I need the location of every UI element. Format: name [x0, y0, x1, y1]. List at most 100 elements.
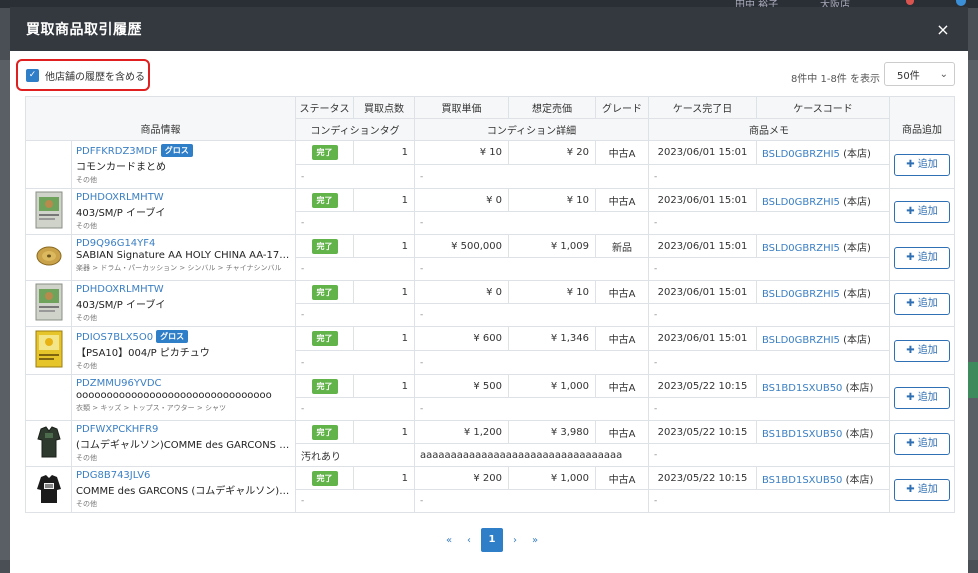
header-grade: グレード [595, 96, 649, 119]
add-cell: ✚ 追加 [889, 188, 955, 235]
product-info: PDIOS7BLX5O0 グロス 【PSA10】004/P ピカチュウ その他 [71, 326, 296, 375]
history-table: 商品情報 ステータス 買取点数 買取単価 想定売価 グレード ケース完了日 ケー… [25, 96, 955, 513]
qty-cell: 1 [353, 374, 415, 398]
case-code-cell: BS1BD1SXUB50 (本店) [756, 374, 890, 398]
product-name: COMME des GARCONS (コムデギャルソン)CDG... [76, 486, 291, 497]
product-name: 403/SM/P イーブイ [76, 208, 166, 219]
condition-tag-cell: - [295, 350, 415, 375]
add-cell: ✚ 追加 [889, 140, 955, 189]
product-code-link[interactable]: PDZMMU96YVDC [76, 378, 162, 389]
header-condition-tag: コンディションタグ [295, 118, 415, 141]
product-name: 【PSA10】004/P ピカチュウ [76, 348, 210, 359]
product-code-link[interactable]: PDHDOXRLMHTW [76, 284, 164, 295]
product-memo-cell: - [648, 350, 890, 375]
add-item-label: 追加 [917, 297, 938, 309]
expected-price-cell: ¥ 1,000 [508, 466, 596, 490]
checkbox-checked-icon[interactable]: ✓ [26, 68, 39, 82]
product-category: 衣類 > キッズ > トップス・アウター > シャツ [76, 404, 226, 412]
product-info: PD9Q96G14YF4 SABIAN Signature AA HOLY CHI… [71, 234, 296, 281]
condition-detail-cell: - [414, 489, 649, 513]
header-add-item: 商品追加 [889, 96, 955, 141]
status-badge: 完了 [311, 424, 338, 440]
expected-price-cell: ¥ 1,346 [508, 326, 596, 351]
product-code-link[interactable]: PDFFKRDZ3MDF [76, 146, 158, 157]
grade-cell: 中古A [595, 466, 649, 490]
page-prev[interactable]: ‹ [459, 535, 479, 546]
product-thumbnail [25, 420, 72, 467]
add-item-button[interactable]: ✚ 追加 [894, 339, 950, 362]
product-memo-cell: - [648, 211, 890, 235]
store-name: (本店) [843, 335, 871, 346]
toolbar: ✓ 他店舗の履歴を含める 8件中 1-8件 を表示 50件 ⌄ [10, 51, 968, 95]
expected-price-cell: ¥ 1,000 [508, 374, 596, 398]
product-info: PDZMMU96YVDC oooooooooooooooooooooooooooo… [71, 374, 296, 421]
status-cell: 完了 [295, 420, 354, 444]
add-item-button[interactable]: ✚ 追加 [894, 478, 950, 501]
product-memo-cell: - [648, 257, 890, 281]
qty-cell: 1 [353, 326, 415, 351]
page-last[interactable]: » [525, 535, 545, 546]
add-item-button[interactable]: ✚ 追加 [894, 153, 950, 176]
case-code-link[interactable]: BS1BD1SXUB50 [762, 429, 842, 440]
page-first[interactable]: « [439, 535, 459, 546]
add-item-label: 追加 [917, 344, 938, 356]
case-done-cell: 2023/05/22 10:15 [648, 374, 757, 398]
add-item-button[interactable]: ✚ 追加 [894, 200, 950, 223]
add-item-button[interactable]: ✚ 追加 [894, 386, 950, 409]
status-badge: 完了 [311, 192, 338, 208]
product-name: (コムデギャルソン)COMME des GARCONS レディ... [76, 440, 291, 451]
product-name: コモンカードまとめ [76, 162, 166, 173]
case-code-link[interactable]: BSLD0GBRZHI5 [762, 243, 840, 254]
add-item-button[interactable]: ✚ 追加 [894, 246, 950, 269]
product-memo-cell: - [648, 443, 890, 467]
per-page-select[interactable]: 50件 ⌄ [884, 62, 955, 86]
plus-icon: ✚ [906, 344, 918, 356]
plus-icon: ✚ [906, 158, 918, 170]
product-code-link[interactable]: PD9Q96G14YF4 [76, 238, 155, 249]
product-code-link[interactable]: PDFWXPCKHFR9 [76, 424, 158, 435]
status-cell: 完了 [295, 374, 354, 398]
case-code-link[interactable]: BS1BD1SXUB50 [762, 475, 842, 486]
case-code-link[interactable]: BSLD0GBRZHI5 [762, 335, 840, 346]
status-badge: 完了 [311, 331, 338, 346]
product-memo-cell: - [648, 397, 890, 421]
qty-cell: 1 [353, 234, 415, 258]
expected-price-cell: ¥ 20 [508, 140, 596, 165]
gross-badge: グロス [156, 330, 189, 343]
add-item-button[interactable]: ✚ 追加 [894, 292, 950, 315]
case-code-link[interactable]: BSLD0GBRZHI5 [762, 197, 840, 208]
add-item-label: 追加 [917, 483, 938, 495]
expected-price-cell: ¥ 1,009 [508, 234, 596, 258]
add-cell: ✚ 追加 [889, 374, 955, 421]
include-other-stores-toggle[interactable]: ✓ 他店舗の履歴を含める [16, 59, 150, 91]
add-item-button[interactable]: ✚ 追加 [894, 432, 950, 455]
page-current[interactable]: 1 [481, 528, 503, 552]
status-cell: 完了 [295, 466, 354, 490]
close-icon[interactable]: × [934, 20, 952, 39]
condition-detail-cell: - [414, 397, 649, 421]
case-code-link[interactable]: BS1BD1SXUB50 [762, 383, 842, 394]
status-badge: 完了 [311, 470, 338, 486]
product-code-link[interactable]: PDHDOXRLMHTW [76, 192, 164, 203]
condition-tag-cell: - [295, 257, 415, 281]
history-modal: 買取商品取引履歴 × ✓ 他店舗の履歴を含める 8件中 1-8件 を表示 50件… [10, 7, 968, 573]
background-green-button [968, 362, 978, 398]
grade-cell: 中古A [595, 140, 649, 165]
product-code-link[interactable]: PDIOS7BLX5O0 [76, 332, 153, 343]
unit-price-cell: ¥ 0 [414, 280, 509, 304]
case-code-cell: BSLD0GBRZHI5 (本店) [756, 326, 890, 351]
case-code-link[interactable]: BSLD0GBRZHI5 [762, 289, 840, 300]
product-code-link[interactable]: PDG8B743JLV6 [76, 470, 150, 481]
product-name: oooooooooooooooooooooooooooooooo [76, 390, 272, 401]
case-done-cell: 2023/06/01 15:01 [648, 234, 757, 258]
case-code-link[interactable]: BSLD0GBRZHI5 [762, 149, 840, 160]
grade-cell: 中古A [595, 280, 649, 304]
product-thumbnail [25, 280, 72, 327]
status-cell: 完了 [295, 280, 354, 304]
status-cell: 完了 [295, 188, 354, 212]
condition-detail-cell: aaaaaaaaaaaaaaaaaaaaaaaaaaaaaaaaa [414, 443, 649, 467]
case-code-cell: BSLD0GBRZHI5 (本店) [756, 234, 890, 258]
expected-price-cell: ¥ 3,980 [508, 420, 596, 444]
page-next[interactable]: › [505, 535, 525, 546]
case-code-cell: BSLD0GBRZHI5 (本店) [756, 140, 890, 165]
